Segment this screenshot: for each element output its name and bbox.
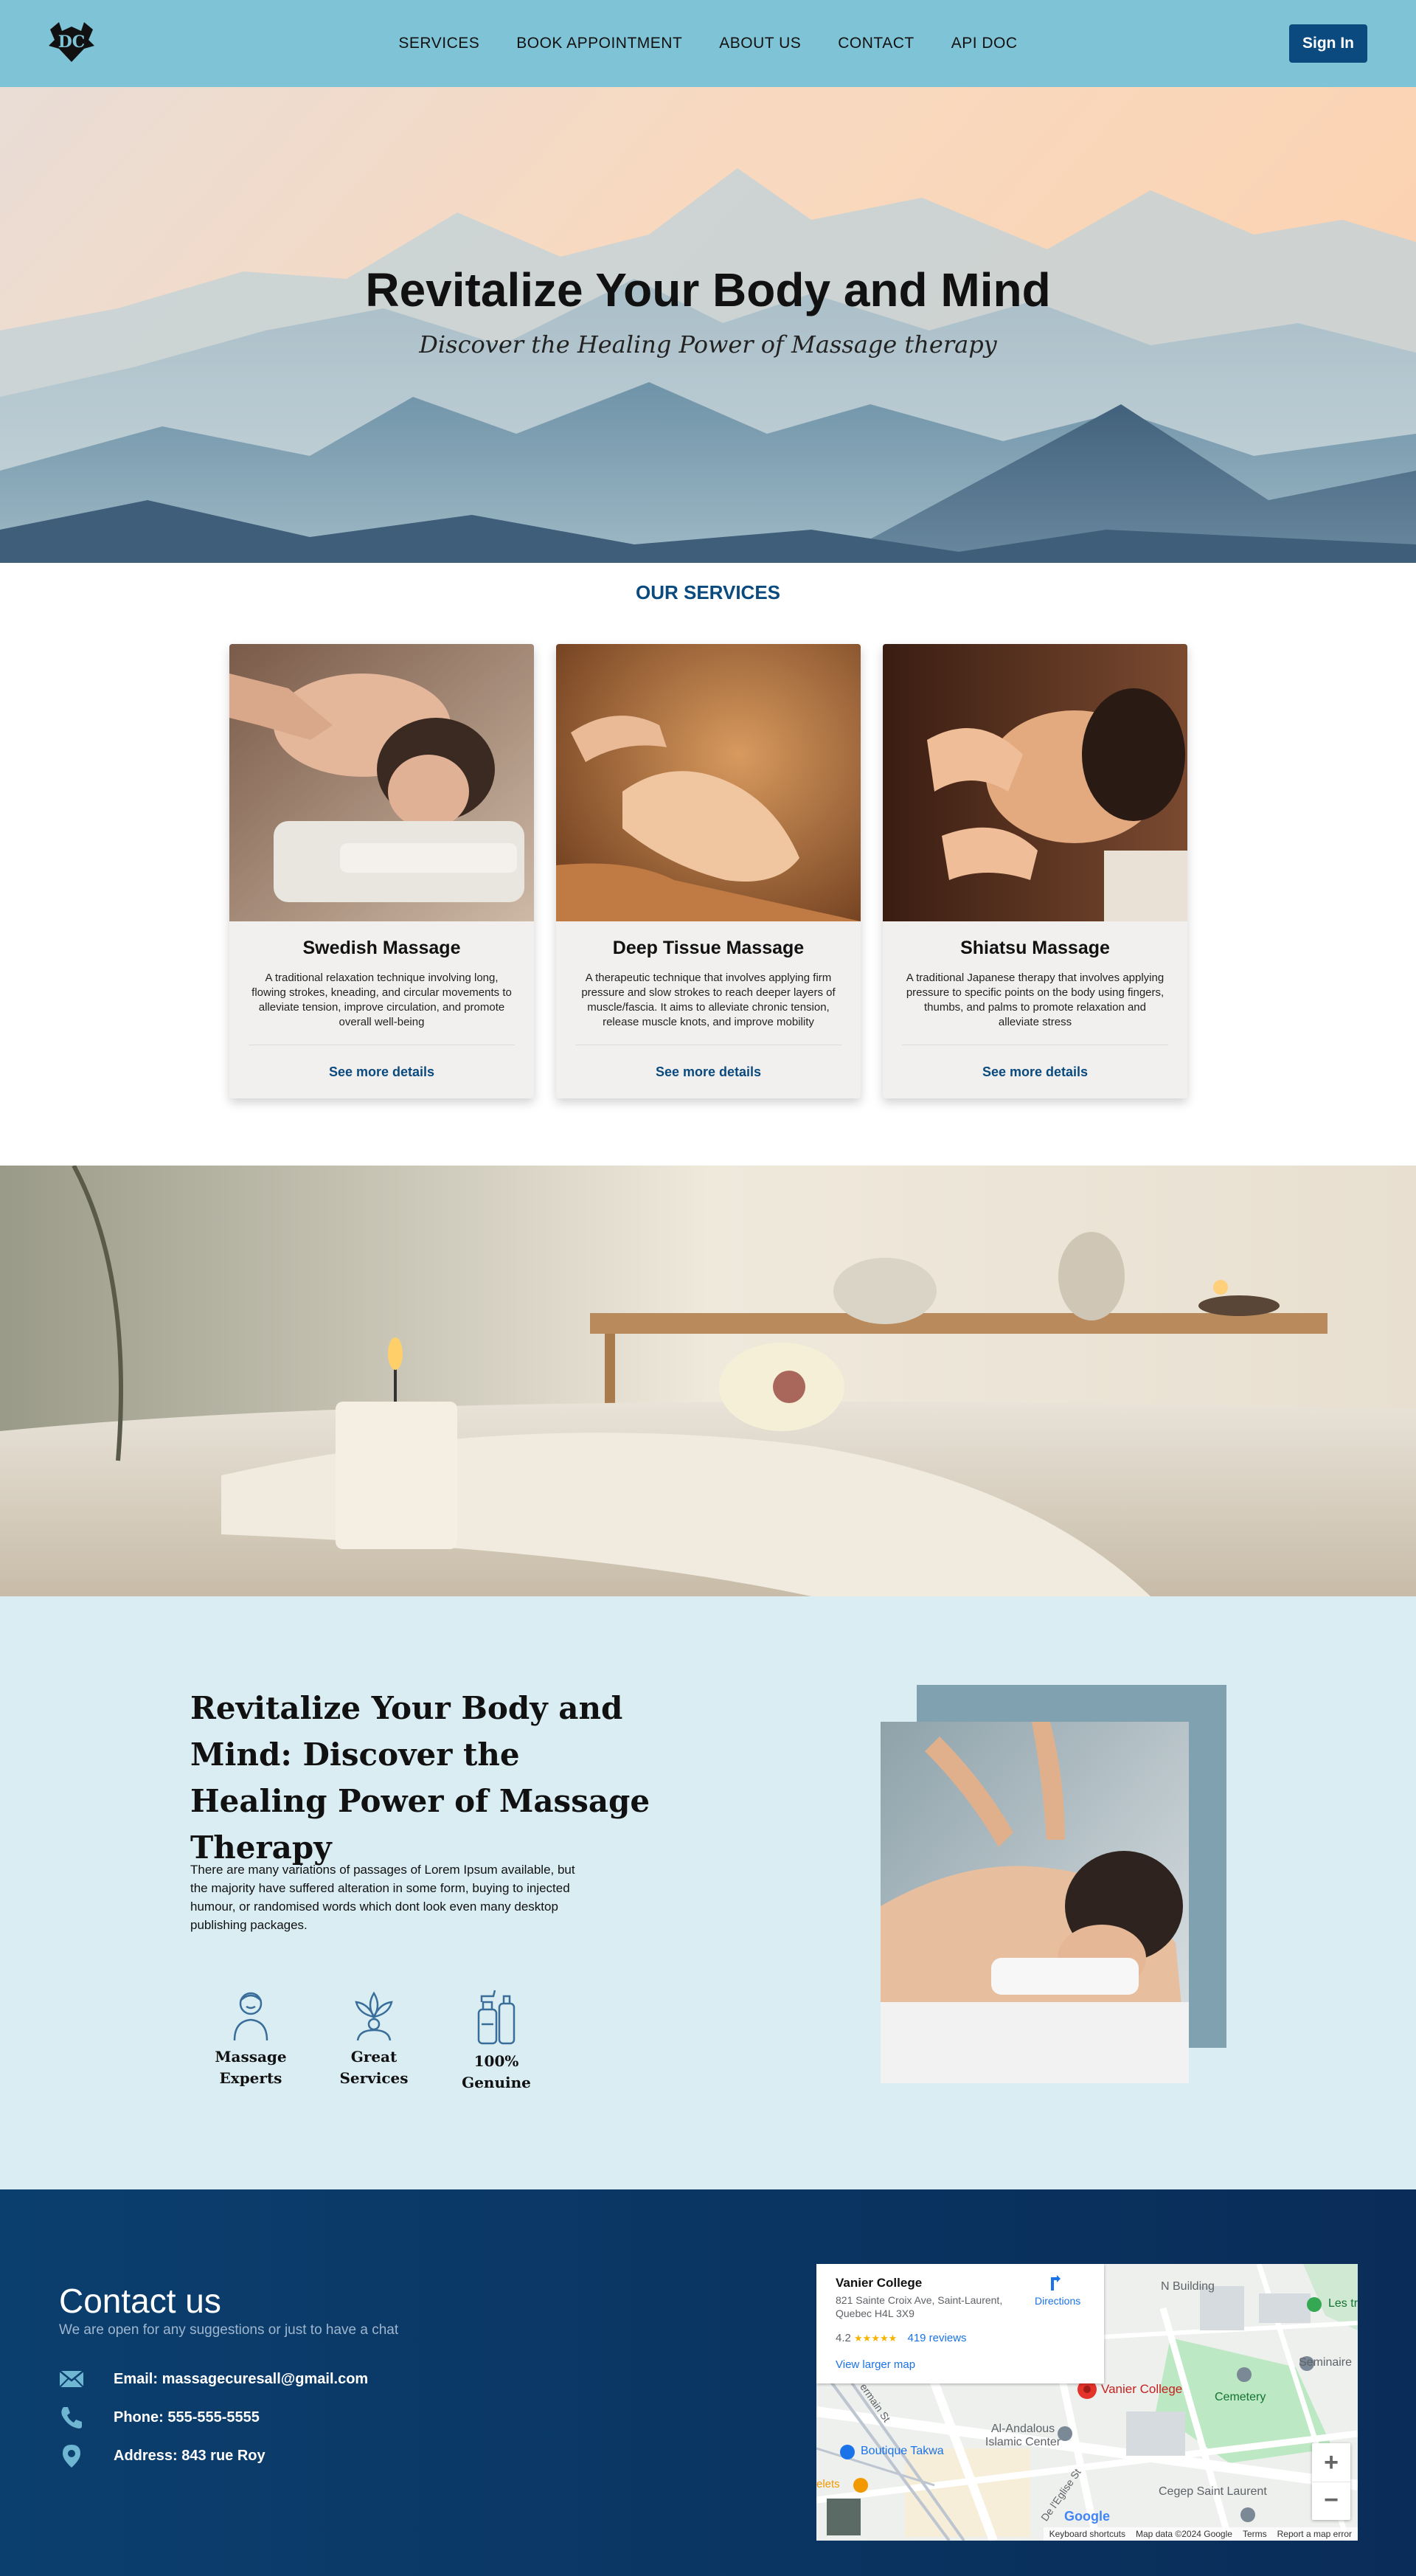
keyboard-shortcuts-link[interactable]: Keyboard shortcuts xyxy=(1049,2527,1125,2541)
map-rating: 4.2 ★★★★★ 419 reviews xyxy=(836,2332,967,2344)
contact-phone[interactable]: Phone: 555-555-5555 xyxy=(114,2409,260,2426)
phone-icon xyxy=(61,2407,82,2428)
service-title: Deep Tissue Massage xyxy=(612,938,805,958)
map-place-card: Vanier College 821 Sainte Croix Ave, Sai… xyxy=(816,2264,1104,2383)
map-directions-link[interactable]: Directions xyxy=(1035,2295,1080,2307)
map-label: N Building xyxy=(1161,2280,1215,2293)
feature-label: Massage Experts xyxy=(215,2048,287,2087)
nav-about-us[interactable]: ABOUT US xyxy=(719,35,801,52)
zoom-out-button[interactable]: − xyxy=(1312,2482,1350,2520)
map-label: elets xyxy=(816,2478,840,2490)
sign-in-button[interactable]: Sign In xyxy=(1289,24,1367,63)
map-label: Seminaire xyxy=(1299,2356,1353,2369)
about-section: Revitalize Your Body and Mind: Discover … xyxy=(0,1596,1416,2189)
swedish-massage-image xyxy=(229,644,534,921)
service-card-deep-tissue: Deep Tissue Massage A therapeutic techni… xyxy=(556,644,861,1098)
map-place-name: Vanier College xyxy=(836,2276,923,2290)
location-pin-icon xyxy=(63,2445,80,2468)
site-header: DC SERVICES BOOK APPOINTMENT ABOUT US CO… xyxy=(0,0,1416,87)
service-card-shiatsu: Shiatsu Massage A traditional Japanese t… xyxy=(883,644,1187,1098)
main-nav: SERVICES BOOK APPOINTMENT ABOUT US CONTA… xyxy=(0,0,1416,87)
service-title: Shiatsu Massage xyxy=(960,938,1110,958)
mountains-image xyxy=(0,87,1416,563)
feature-label: Great Services xyxy=(339,2048,409,2087)
rating-stars: ★★★★★ xyxy=(854,2333,898,2344)
see-more-details-link[interactable]: See more details xyxy=(883,1064,1187,1080)
map-zoom-control: + − xyxy=(1312,2443,1350,2520)
map-footer: Keyboard shortcuts Map data ©2024 Google… xyxy=(1043,2527,1358,2541)
map-place-address: 821 Sainte Croix Ave, Saint-Laurent, Que… xyxy=(836,2294,1003,2319)
contact-address-row: Address: 843 rue Roy xyxy=(59,2443,266,2468)
map-label: Cegep Saint Laurent xyxy=(1159,2485,1267,2498)
google-logo: Google xyxy=(1064,2509,1110,2524)
map-label: Al-Andalous Islamic Center xyxy=(985,2423,1061,2448)
directions-icon[interactable] xyxy=(1048,2274,1066,2292)
see-more-details-link[interactable]: See more details xyxy=(229,1064,534,1080)
envelope-icon xyxy=(59,2370,84,2388)
hero-title: Revitalize Your Body and Mind xyxy=(365,263,1051,316)
feature-great-services: Great Services xyxy=(319,1987,429,2089)
contact-email[interactable]: Email: massagecuresall@gmail.com xyxy=(114,2371,368,2388)
contact-title: Contact us xyxy=(59,2282,221,2320)
map-label: Cemetery xyxy=(1215,2391,1266,2403)
deep-tissue-massage-image xyxy=(556,644,861,921)
nav-book-appointment[interactable]: BOOK APPOINTMENT xyxy=(516,35,682,52)
hero-subtitle: Discover the Healing Power of Massage th… xyxy=(419,330,997,359)
therapist-icon xyxy=(233,1992,268,2041)
zoom-in-button[interactable]: + xyxy=(1312,2443,1350,2482)
map-label: Boutique Takwa xyxy=(861,2445,944,2457)
service-description: A therapeutic technique that involves ap… xyxy=(581,972,836,1028)
service-card-swedish: Swedish Massage A traditional relaxation… xyxy=(229,644,534,1098)
feature-massage-experts: Massage Experts xyxy=(195,1987,306,2089)
see-more-details-link[interactable]: See more details xyxy=(556,1064,861,1080)
bottles-icon xyxy=(477,1990,516,2045)
map-satellite-thumbnail xyxy=(827,2499,861,2535)
spa-banner-image xyxy=(0,1166,1416,1596)
map-reviews-link[interactable]: 419 reviews xyxy=(907,2332,966,2344)
about-massage-image xyxy=(881,1722,1189,2083)
about-title: Revitalize Your Body and Mind: Discover … xyxy=(190,1690,650,1866)
nav-api-doc[interactable]: API DOC xyxy=(951,35,1018,52)
nav-services[interactable]: SERVICES xyxy=(398,35,479,52)
terms-link[interactable]: Terms xyxy=(1243,2527,1267,2541)
contact-email-row: Email: massagecuresall@gmail.com xyxy=(59,2366,368,2392)
service-title: Swedish Massage xyxy=(302,938,461,958)
lotus-icon xyxy=(355,1991,393,2041)
service-description: A traditional Japanese therapy that invo… xyxy=(906,972,1165,1028)
map-label: Vanier College xyxy=(1101,2382,1183,2396)
map-larger-link[interactable]: View larger map xyxy=(836,2358,915,2371)
contact-subtitle: We are open for any suggestions or just … xyxy=(59,2322,399,2338)
contact-address: Address: 843 rue Roy xyxy=(114,2447,266,2464)
map-label: Les tr xyxy=(1328,2297,1358,2310)
report-map-error-link[interactable]: Report a map error xyxy=(1277,2527,1352,2541)
feature-100-genuine: 100% Genuine xyxy=(441,1987,552,2094)
about-body: There are many variations of passages of… xyxy=(190,1863,575,1932)
nav-contact[interactable]: CONTACT xyxy=(838,35,914,52)
map-embed[interactable]: Vanier College N Building Les tr Seminai… xyxy=(816,2264,1358,2541)
hero-banner: Revitalize Your Body and Mind Discover t… xyxy=(0,87,1416,563)
feature-label: 100% Genuine xyxy=(462,2052,531,2091)
service-description: A traditional relaxation technique invol… xyxy=(251,972,512,1028)
map-data-text: Map data ©2024 Google xyxy=(1136,2529,1232,2539)
contact-phone-row: Phone: 555-555-5555 xyxy=(59,2405,260,2430)
services-title: OUR SERVICES xyxy=(635,581,780,603)
shiatsu-massage-image xyxy=(883,644,1187,921)
